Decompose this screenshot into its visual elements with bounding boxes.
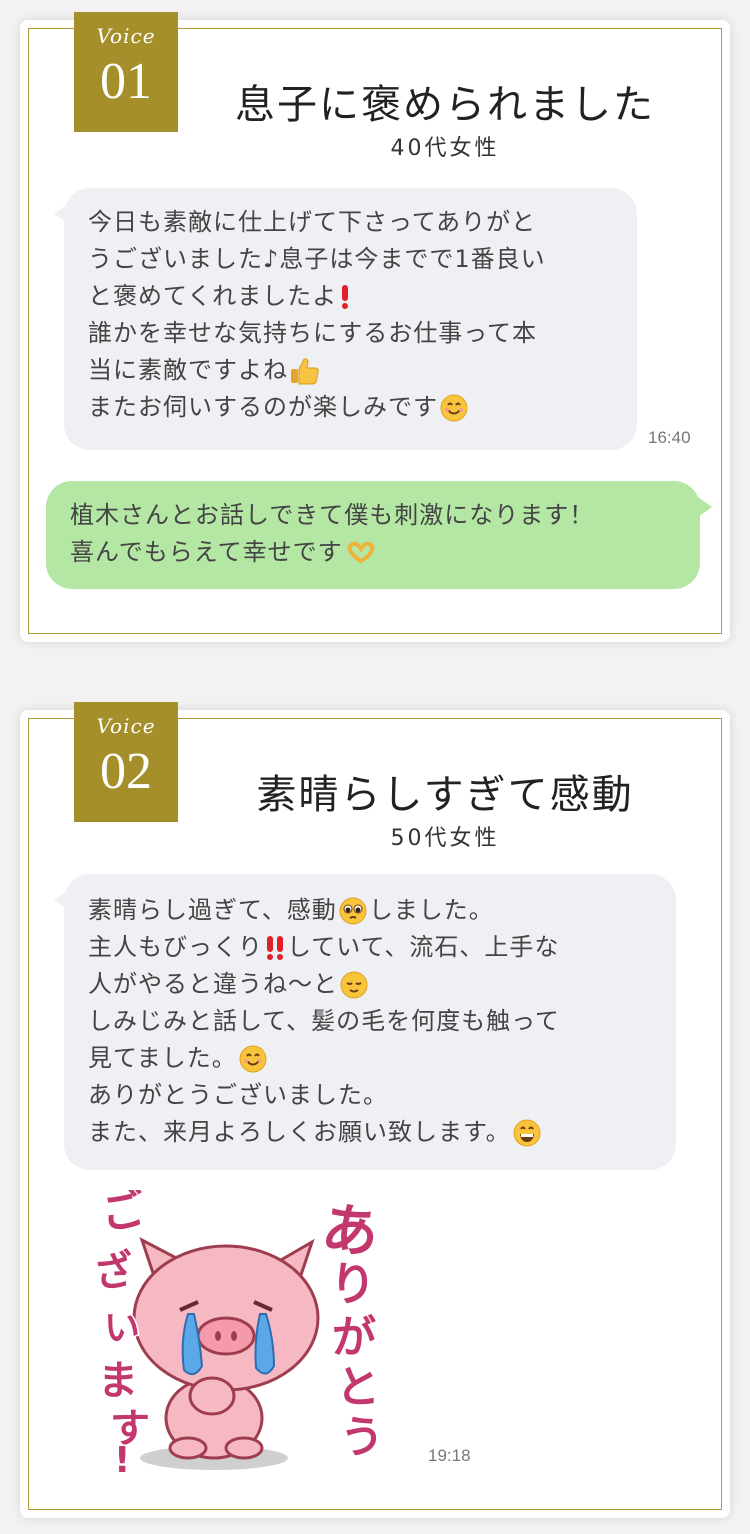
svg-text:り: り: [330, 1257, 376, 1311]
voice-title: 素晴らしすぎて感動: [256, 772, 634, 818]
svg-text:う: う: [340, 1412, 384, 1463]
message-line: 誰かを幸せな気持ちにするお仕事って本: [88, 319, 538, 347]
grin-icon: [513, 1119, 541, 1147]
svg-text:!: !: [114, 1440, 130, 1474]
message-line: ありがとうございました。: [88, 1081, 388, 1109]
svg-text:が: が: [332, 1312, 376, 1363]
thumbs-up-icon: [291, 358, 319, 385]
message-line: しみじみと話して、髪の毛を何度も触って: [88, 1007, 560, 1035]
smile-icon: [239, 1045, 267, 1073]
badge-voice-label: Voice: [96, 714, 156, 738]
voice-subtitle: 40代女性: [390, 136, 500, 161]
message-line: 主人もびっくり していて、流石、上手な: [88, 933, 560, 961]
bubble-tail: [54, 890, 68, 910]
message-line: 植木さんとお話しできて僕も刺激になります！: [70, 501, 595, 529]
badge-number: 02: [100, 743, 152, 800]
message-line: 素晴らし過ぎて、感動 しました。: [88, 896, 494, 925]
double-exclamation-icon: [267, 936, 283, 960]
message-line: 見てました。: [88, 1040, 676, 1077]
svg-text:ご: ご: [97, 1190, 149, 1241]
message-line: 喜んでもらえて幸せです: [70, 534, 700, 571]
message-timestamp: 16:40: [648, 428, 691, 447]
message-line: 当に素敵ですよね: [88, 352, 637, 389]
sticker-image: ご ざ い ま す ! あ り が と う: [89, 1181, 385, 1482]
badge-number: 01: [100, 53, 152, 110]
voice-card-01: Voice 01 息子に褒められました 40代女性 今日も素敵に仕上げて下さって…: [20, 12, 730, 642]
message-line: 今日も素敵に仕上げて下さってありがと: [88, 208, 537, 236]
voice-badge: Voice 02: [74, 702, 178, 822]
voice-badge: Voice 01: [74, 12, 178, 132]
pleading-face-icon: [339, 897, 367, 925]
incoming-message-bubble: 今日も素敵に仕上げて下さってありがと うございました♪息子は今までで1番良い と…: [54, 188, 637, 450]
message-line: また、来月よろしくお願い致します。: [88, 1114, 676, 1151]
badge-voice-label: Voice: [96, 24, 156, 48]
svg-text:ざ: ざ: [91, 1247, 137, 1298]
message-line: 人がやると違うね〜と: [88, 966, 676, 1003]
message-line: またお伺いするのが楽しみです: [88, 389, 637, 426]
outgoing-message-bubble: 植木さんとお話しできて僕も刺激になります！ 喜んでもらえて幸せです: [46, 481, 712, 589]
relieved-face-icon: [340, 971, 368, 999]
incoming-message-bubble: 素晴らし過ぎて、感動 しました。 主人もびっくり していて、流石、上手な 人がやると…: [54, 874, 676, 1170]
bubble-tail: [54, 204, 68, 224]
voice-card-02: Voice 02 素晴らしすぎて感動 50代女性 素晴らし過ぎて、感動 しました。…: [20, 702, 730, 1518]
voice-title: 息子に褒められました: [235, 82, 655, 128]
message-line: と褒めてくれましたよ: [88, 278, 637, 315]
heart-hands-icon: [347, 541, 374, 564]
pig-crying-thank-you-sticker: ご ざ い ま す ! あ り が と う: [84, 1181, 424, 1482]
message-line: うございました♪息子は今までで1番良い: [88, 245, 546, 273]
message-timestamp: 19:18: [428, 1446, 471, 1465]
smile-icon: [440, 394, 468, 422]
exclamation-icon: [342, 285, 349, 309]
voice-subtitle: 50代女性: [390, 826, 500, 851]
bubble-tail: [698, 497, 712, 517]
svg-text:ま: ま: [98, 1358, 138, 1404]
svg-text:と: と: [336, 1362, 380, 1413]
svg-text:い: い: [104, 1308, 140, 1349]
